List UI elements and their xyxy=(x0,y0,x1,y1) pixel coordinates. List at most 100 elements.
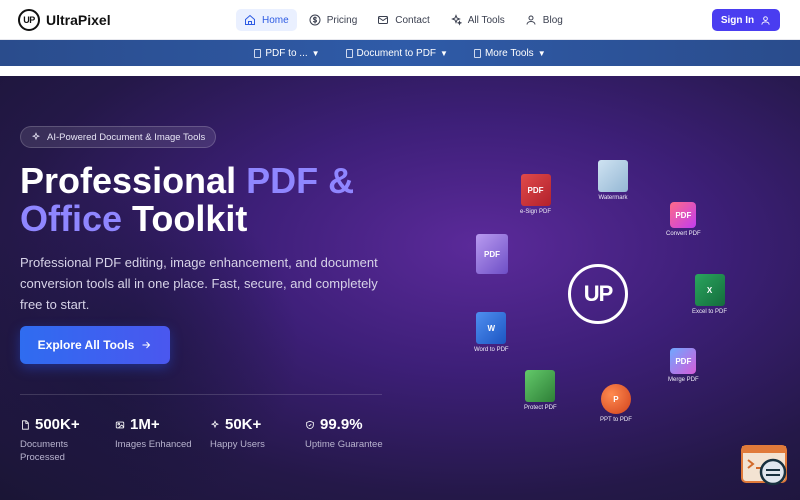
stat-value: 99.9% xyxy=(320,416,363,433)
main-nav: Home Pricing Contact All Tools Blog xyxy=(236,9,571,31)
mail-icon xyxy=(378,16,389,24)
subnav-more-tools[interactable]: More Tools ▼ xyxy=(473,47,546,59)
stat-label: Images Enhanced xyxy=(115,439,192,450)
arrow-right-icon xyxy=(142,341,151,349)
tool-convert-pdf[interactable]: PDF Convert PDF xyxy=(666,202,701,237)
brand-name: UltraPixel xyxy=(46,12,111,28)
subnav-document-to-pdf-label: Document to PDF xyxy=(356,47,437,59)
separator-strip xyxy=(0,66,800,76)
nav-contact[interactable]: Contact xyxy=(369,9,437,31)
esign-pdf-icon: PDF xyxy=(520,174,551,206)
center-brand-logo: UP xyxy=(568,264,628,324)
home-icon xyxy=(245,14,255,25)
subnav-document-to-pdf[interactable]: Document to PDF ▼ xyxy=(345,47,448,59)
subnav-pdf-to[interactable]: PDF to ... ▼ xyxy=(254,47,320,59)
badge-text: AI-Powered Document & Image Tools xyxy=(47,131,206,143)
stat-value: 500K+ xyxy=(35,416,80,433)
pdf-file-icon: PDF xyxy=(476,234,508,274)
tool-pdf[interactable]: PDF xyxy=(476,234,508,274)
sign-in-button[interactable]: Sign In xyxy=(712,9,780,31)
title-highlight2: Office xyxy=(20,198,123,239)
word-icon: W xyxy=(476,312,507,344)
top-header: UP UltraPixel Home Pricing Contact All T… xyxy=(0,0,800,40)
protect-pdf-icon xyxy=(525,370,556,402)
stat-value: 50K+ xyxy=(225,416,262,433)
cta-label: Explore All Tools xyxy=(37,338,135,352)
sparkles-icon xyxy=(210,419,220,428)
merge-pdf-icon: PDF xyxy=(670,348,697,374)
nav-all-tools[interactable]: All Tools xyxy=(442,9,513,31)
sign-in-label: Sign In xyxy=(720,14,755,26)
watermark-icon xyxy=(598,160,628,192)
tool-label: Protect PDF xyxy=(524,405,557,411)
hero-description: Professional PDF editing, image enhancem… xyxy=(20,255,378,312)
shield-icon xyxy=(306,420,314,429)
tool-label: PPT to PDF xyxy=(600,417,632,423)
ai-badge: AI-Powered Document & Image Tools xyxy=(20,126,217,148)
title-part2: Toolkit xyxy=(122,198,248,239)
tool-label: e-Sign PDF xyxy=(520,209,552,215)
user-icon xyxy=(526,15,536,25)
tool-icon-text: PDF xyxy=(484,249,500,259)
convert-pdf-icon: PDF xyxy=(670,202,697,228)
explore-all-tools-button[interactable]: Explore All Tools xyxy=(20,326,170,364)
tool-merge-pdf[interactable]: PDF Merge PDF xyxy=(668,348,699,383)
stats-divider xyxy=(20,394,382,395)
excel-icon: X xyxy=(694,274,725,306)
image-icon xyxy=(115,421,125,428)
title-highlight1: PDF & xyxy=(246,160,355,201)
stat-images: 1M+ Images Enhanced xyxy=(115,416,192,451)
chat-assistant-icon[interactable] xyxy=(740,444,790,488)
tool-word-to-pdf[interactable]: W Word to PDF xyxy=(474,312,509,353)
tool-esign-pdf[interactable]: PDF e-Sign PDF xyxy=(520,174,551,215)
tool-label: Merge PDF xyxy=(668,377,699,383)
stat-label: Documents Processed xyxy=(20,439,69,463)
nav-home-label: Home xyxy=(262,14,289,26)
tool-icon-text: X xyxy=(706,285,713,295)
powerpoint-icon: P xyxy=(600,384,631,414)
tool-label: Convert PDF xyxy=(666,231,701,237)
caret-down-icon: ▼ xyxy=(311,48,320,58)
stat-label: Happy Users xyxy=(210,439,265,450)
title-part1: Professional xyxy=(20,160,247,201)
brand-logo[interactable]: UP UltraPixel xyxy=(18,9,111,31)
hero-title: Professional PDF & Office Toolkit xyxy=(20,162,440,238)
user-icon xyxy=(761,15,770,25)
nav-all-tools-label: All Tools xyxy=(467,14,505,26)
stat-value: 1M+ xyxy=(130,416,160,433)
file-icon xyxy=(22,419,29,430)
nav-blog-label: Blog xyxy=(542,14,563,26)
tool-icon-text: PDF xyxy=(675,210,692,220)
document-icon xyxy=(473,48,481,58)
nav-home[interactable]: Home xyxy=(236,9,297,31)
sparkles-icon xyxy=(450,14,462,26)
sparkles-icon xyxy=(31,132,41,141)
tool-ppt-to-pdf[interactable]: P PPT to PDF xyxy=(600,384,632,423)
nav-contact-label: Contact xyxy=(395,14,430,26)
dollar-icon xyxy=(309,14,321,26)
document-icon xyxy=(254,48,262,58)
nav-pricing[interactable]: Pricing xyxy=(301,9,366,31)
caret-down-icon: ▼ xyxy=(537,48,546,58)
tool-protect-pdf[interactable]: Protect PDF xyxy=(524,370,557,411)
tool-icon-text: PDF xyxy=(675,356,692,366)
stat-label: Uptime Guarantee xyxy=(305,439,383,450)
tools-subnav: PDF to ... ▼ Document to PDF ▼ More Tool… xyxy=(0,40,800,66)
subnav-more-tools-label: More Tools xyxy=(484,47,534,59)
nav-pricing-label: Pricing xyxy=(326,14,358,26)
nav-blog[interactable]: Blog xyxy=(517,9,571,31)
tool-label: Excel to PDF xyxy=(692,309,728,315)
caret-down-icon: ▼ xyxy=(440,48,448,58)
logo-mark: UP xyxy=(18,9,40,31)
stat-uptime: 99.9% Uptime Guarantee xyxy=(305,416,383,451)
tool-icon-text: PDF xyxy=(527,185,544,195)
hero-section: AI-Powered Document & Image Tools Profes… xyxy=(0,76,800,500)
stat-users: 50K+ Happy Users xyxy=(210,416,265,451)
center-logo-text: UP xyxy=(583,281,614,306)
tool-label: Watermark xyxy=(598,195,628,201)
tool-watermark[interactable]: Watermark xyxy=(598,160,628,201)
subnav-pdf-to-label: PDF to ... xyxy=(265,47,308,59)
stat-documents: 500K+ Documents Processed xyxy=(20,416,80,464)
tool-label: Word to PDF xyxy=(474,347,509,353)
tool-excel-to-pdf[interactable]: X Excel to PDF xyxy=(692,274,727,315)
